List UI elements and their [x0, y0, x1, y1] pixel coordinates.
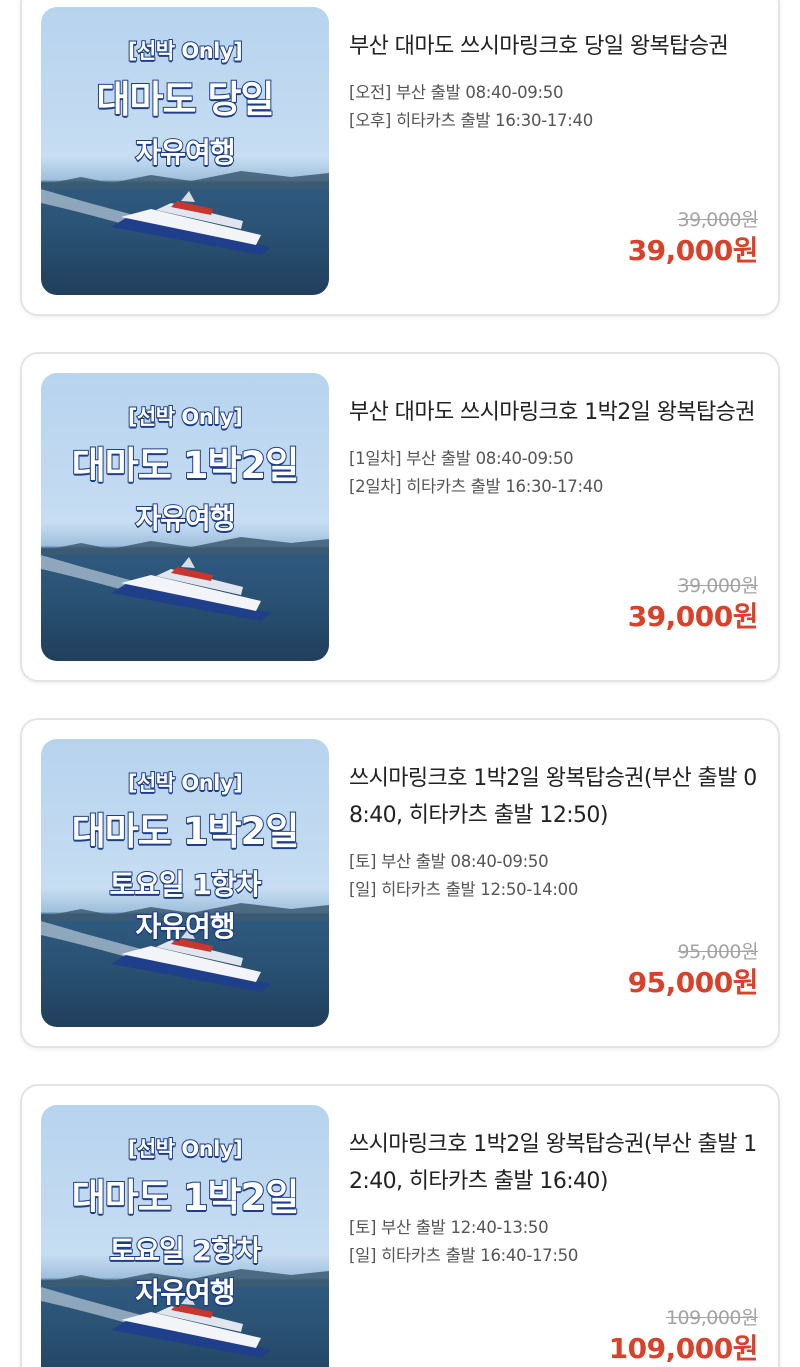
schedule-line: [토] 부산 출발 12:40-13:50	[349, 1218, 549, 1237]
banner-line: 토요일 2항차	[108, 1233, 262, 1268]
sale-price: 39,000원	[627, 600, 759, 633]
thumbnail-banner: [선박 Only] 대마도 1박2일 토요일 2항차 자유여행	[41, 1105, 329, 1311]
product-thumbnail[interactable]: [선박 Only] 대마도 당일 자유여행	[41, 7, 329, 295]
thumbnail-banner: [선박 Only] 대마도 당일 자유여행	[41, 7, 329, 171]
product-card[interactable]: [선박 Only] 대마도 1박2일 토요일 2항차 자유여행 쓰시마링크호 1…	[20, 1084, 780, 1367]
price-block: 95,000원 95,000원	[627, 941, 759, 1001]
sale-price: 95,000원	[627, 966, 759, 999]
banner-line: 자유여행	[134, 909, 236, 944]
schedule-line: [오후] 히타카츠 출발 16:30-17:40	[349, 111, 593, 130]
original-price: 95,000원	[677, 941, 759, 963]
banner-line: 대마도 1박2일	[71, 1175, 301, 1220]
thumbnail-banner: [선박 Only] 대마도 1박2일 자유여행	[41, 373, 329, 537]
product-card[interactable]: [선박 Only] 대마도 1박2일 토요일 1항차 자유여행 쓰시마링크호 1…	[20, 718, 780, 1048]
product-info: 쓰시마링크호 1박2일 왕복탑승권(부산 출발 12:40, 히타카츠 출발 1…	[349, 1126, 761, 1270]
product-title[interactable]: 부산 대마도 쓰시마링크호 당일 왕복탑승권	[349, 28, 761, 65]
banner-line: [선박 Only]	[127, 1136, 244, 1162]
product-card[interactable]: [선박 Only] 대마도 1박2일 자유여행 부산 대마도 쓰시마링크호 1박…	[20, 352, 780, 682]
banner-line: [선박 Only]	[127, 404, 244, 430]
schedule-line: [오전] 부산 출발 08:40-09:50	[349, 83, 564, 102]
thumbnail-banner: [선박 Only] 대마도 1박2일 토요일 1항차 자유여행	[41, 739, 329, 945]
original-price: 109,000원	[665, 1307, 759, 1329]
product-thumbnail[interactable]: [선박 Only] 대마도 1박2일 자유여행	[41, 373, 329, 661]
product-schedule: [토] 부산 출발 12:40-13:50 [일] 히타카츠 출발 16:40-…	[349, 1214, 761, 1270]
product-info: 부산 대마도 쓰시마링크호 1박2일 왕복탑승권 [1일차] 부산 출발 08:…	[349, 394, 761, 501]
banner-line: [선박 Only]	[127, 38, 244, 64]
price-block: 39,000원 39,000원	[627, 209, 759, 269]
banner-line: 대마도 1박2일	[71, 443, 301, 488]
schedule-line: [토] 부산 출발 08:40-09:50	[349, 852, 549, 871]
product-list: [선박 Only] 대마도 당일 자유여행 부산 대마도 쓰시마링크호 당일 왕…	[0, 0, 800, 1367]
banner-line: 자유여행	[134, 1275, 236, 1310]
original-price: 39,000원	[677, 209, 759, 231]
banner-line: [선박 Only]	[127, 770, 244, 796]
product-title[interactable]: 부산 대마도 쓰시마링크호 1박2일 왕복탑승권	[349, 394, 761, 431]
schedule-line: [일] 히타카츠 출발 16:40-17:50	[349, 1246, 579, 1265]
sale-price: 39,000원	[627, 234, 759, 267]
product-info: 쓰시마링크호 1박2일 왕복탑승권(부산 출발 08:40, 히타카츠 출발 1…	[349, 760, 761, 904]
product-schedule: [토] 부산 출발 08:40-09:50 [일] 히타카츠 출발 12:50-…	[349, 848, 761, 904]
schedule-line: [1일차] 부산 출발 08:40-09:50	[349, 449, 574, 468]
product-thumbnail[interactable]: [선박 Only] 대마도 1박2일 토요일 1항차 자유여행	[41, 739, 329, 1027]
product-title[interactable]: 쓰시마링크호 1박2일 왕복탑승권(부산 출발 08:40, 히타카츠 출발 1…	[349, 760, 761, 834]
product-schedule: [1일차] 부산 출발 08:40-09:50 [2일차] 히타카츠 출발 16…	[349, 445, 761, 501]
banner-line: 토요일 1항차	[108, 867, 262, 902]
product-card[interactable]: [선박 Only] 대마도 당일 자유여행 부산 대마도 쓰시마링크호 당일 왕…	[20, 0, 780, 316]
sale-price: 109,000원	[608, 1332, 759, 1365]
schedule-line: [일] 히타카츠 출발 12:50-14:00	[349, 880, 579, 899]
banner-line: 대마도 당일	[95, 77, 275, 122]
product-info: 부산 대마도 쓰시마링크호 당일 왕복탑승권 [오전] 부산 출발 08:40-…	[349, 28, 761, 135]
product-thumbnail[interactable]: [선박 Only] 대마도 1박2일 토요일 2항차 자유여행	[41, 1105, 329, 1367]
price-block: 39,000원 39,000원	[627, 575, 759, 635]
product-title[interactable]: 쓰시마링크호 1박2일 왕복탑승권(부산 출발 12:40, 히타카츠 출발 1…	[349, 1126, 761, 1200]
banner-line: 자유여행	[134, 501, 236, 536]
banner-line: 대마도 1박2일	[71, 809, 301, 854]
original-price: 39,000원	[677, 575, 759, 597]
price-block: 109,000원 109,000원	[608, 1307, 759, 1367]
product-schedule: [오전] 부산 출발 08:40-09:50 [오후] 히타카츠 출발 16:3…	[349, 79, 761, 135]
banner-line: 자유여행	[134, 135, 236, 170]
schedule-line: [2일차] 히타카츠 출발 16:30-17:40	[349, 477, 604, 496]
